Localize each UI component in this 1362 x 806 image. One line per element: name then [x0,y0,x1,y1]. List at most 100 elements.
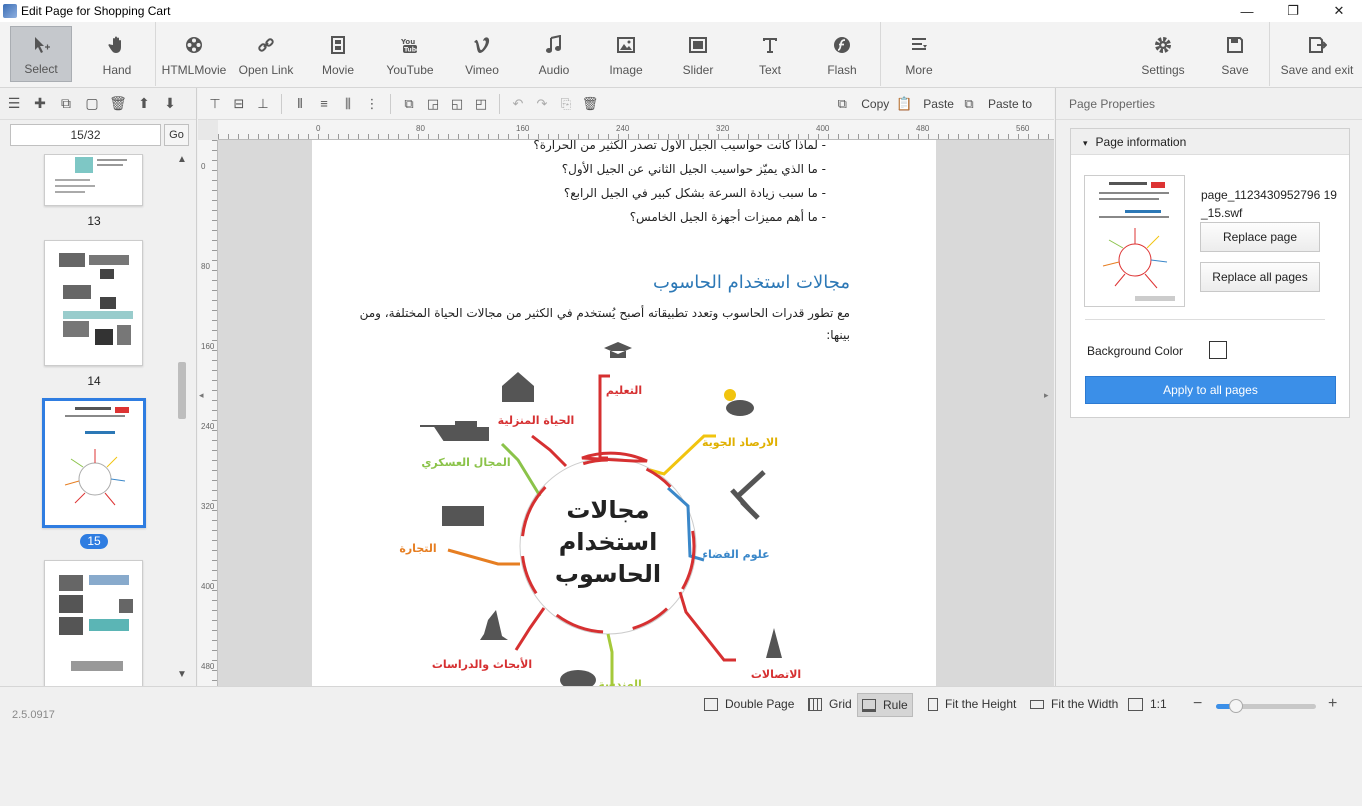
open-link-button[interactable]: Open Link [230,22,302,86]
zoom-in-button[interactable]: + [1328,695,1337,713]
save-button[interactable]: Save [1203,22,1267,86]
flash-button[interactable]: Flash [806,22,878,86]
apply-to-all-pages-button[interactable]: Apply to all pages [1085,376,1336,404]
page-navigator: 15/32 Go [10,124,189,146]
insert-page-icon[interactable]: ⧉ [58,95,74,112]
zoom-slider-knob[interactable] [1229,699,1243,713]
spoke-label: الأبحاث والدراسات [432,657,532,671]
align-top-icon[interactable]: ⊤ [206,96,224,112]
ruler-tick: 80 [416,124,425,133]
zoom-out-button[interactable]: − [1193,695,1202,713]
page-properties-panel: Page Properties ▾ Page information page_1… [1055,88,1362,686]
distribute-h-icon[interactable]: ⫼ [339,96,357,112]
align-middle-icon[interactable]: ⊟ [230,96,248,112]
ruler-tick: 0 [201,162,206,171]
sidebar-tools: ☰ ✚ ⧉ ▢ 🗑 ⬆ ⬇ [0,88,196,120]
align-bottom-icon[interactable]: ⊥ [254,96,272,112]
align-left-icon[interactable]: ⫴ [291,96,309,112]
save-and-exit-label: Save and exit [1280,63,1354,77]
double-page-button[interactable]: Double Page [704,697,794,711]
grid-button[interactable]: Grid [808,697,852,711]
text-button[interactable]: Text [734,22,806,86]
maximize-button[interactable]: ❐ [1270,0,1316,22]
list-view-icon[interactable]: ☰ [6,95,22,112]
paste-to-button[interactable]: Paste to [988,97,1032,111]
align-center-icon[interactable]: ≡ [315,96,333,112]
settings-button[interactable]: Settings [1123,22,1203,86]
page-thumbnail-14[interactable] [44,240,143,366]
actual-size-button[interactable]: 1:1 [1128,697,1167,711]
rule-button[interactable]: Rule [857,693,913,717]
replace-page-button[interactable]: Replace page [1200,222,1320,252]
main-toolbar: Select Hand HTMLMovie Open Link Movie Yo… [0,22,1362,88]
page-thumbnail-image [64,407,129,506]
delete-page-icon[interactable]: 🗑 [109,95,127,112]
htmlmovie-button[interactable]: HTMLMovie [158,22,230,86]
youtube-button[interactable]: You Tube YouTube [374,22,446,86]
move-up-icon[interactable]: ⬆ [136,95,152,112]
page-thumbnail-13[interactable] [44,154,143,206]
close-button[interactable]: ✕ [1316,0,1362,22]
minimize-button[interactable]: — [1224,0,1270,22]
sun-icon [724,389,736,401]
microscope-icon [480,610,508,640]
page-thumbnail-16[interactable] [44,560,143,686]
redo-icon[interactable]: ↷ [533,96,551,112]
svg-text:You: You [400,38,415,46]
send-backward-icon[interactable]: ◱ [448,96,466,112]
file-name: page_1123430952796 19_15.swf [1201,188,1337,220]
background-color-swatch[interactable] [1209,341,1227,359]
tank-icon [420,421,489,441]
move-down-icon[interactable]: ⬇ [162,95,178,112]
audio-button[interactable]: Audio [518,22,590,86]
fit-height-icon [928,697,938,711]
scrollbar-thumb[interactable] [178,362,186,419]
fit-width-icon [1030,699,1044,709]
page-thumbnail-15[interactable] [42,398,146,528]
toolbar-separator [1269,22,1270,86]
vimeo-button[interactable]: Vimeo [446,22,518,86]
copy-button[interactable]: Copy [861,97,889,111]
open-link-label: Open Link [238,63,294,77]
paste-button[interactable]: Paste [923,97,954,111]
scroll-up-icon[interactable]: ▲ [177,154,187,165]
page-canvas[interactable]: - لماذا كانت حواسيب الجيل الأول تصدر الك… [312,140,936,686]
hand-tool-button[interactable]: Hand [81,22,153,86]
cloud-icon [726,400,754,416]
text-icon [763,38,777,53]
paste-to-icon: ⧉ [964,95,974,111]
movie-button[interactable]: Movie [302,22,374,86]
scroll-down-icon[interactable]: ▼ [177,669,187,680]
distribute-v-icon[interactable]: ⋮ [363,96,381,112]
save-and-exit-button[interactable]: Save and exit [1272,22,1362,86]
gear-icon [1155,37,1171,53]
send-back-icon[interactable]: ◰ [472,96,490,112]
replace-all-pages-button[interactable]: Replace all pages [1200,262,1320,292]
image-button[interactable]: Image [590,22,662,86]
zoom-slider[interactable] [1216,699,1316,713]
ruler-tick: 80 [201,262,210,271]
bring-front-icon[interactable]: ⧉ [400,96,418,112]
more-button[interactable]: More [883,22,955,86]
page-number-input[interactable]: 15/32 [10,124,161,146]
thumbnail-scrollbar[interactable]: ▲ ▼ [177,154,187,686]
history-icon[interactable]: ⎘ [557,96,575,112]
bring-forward-icon[interactable]: ◲ [424,96,442,112]
grid-icon [808,697,822,711]
fit-height-button[interactable]: Fit the Height [928,697,1016,711]
collapse-left-handle[interactable]: ◂ [198,380,206,410]
slider-button[interactable]: Slider [662,22,734,86]
fit-width-button[interactable]: Fit the Width [1030,697,1118,711]
svg-text:Tube: Tube [404,47,420,54]
go-button[interactable]: Go [164,124,189,146]
undo-icon[interactable]: ↶ [509,96,527,112]
select-tool-button[interactable]: Select [10,26,72,82]
toolbar-separator [155,22,156,86]
add-page-icon[interactable]: ✚ [32,95,48,112]
delete-icon[interactable]: 🗑 [581,96,599,112]
duplicate-page-icon[interactable]: ▢ [84,95,100,112]
collapse-right-handle[interactable]: ▸ [1044,380,1054,410]
spoke-line [500,442,542,497]
save-icon [1227,37,1243,53]
section-header[interactable]: ▾ Page information [1071,129,1349,155]
